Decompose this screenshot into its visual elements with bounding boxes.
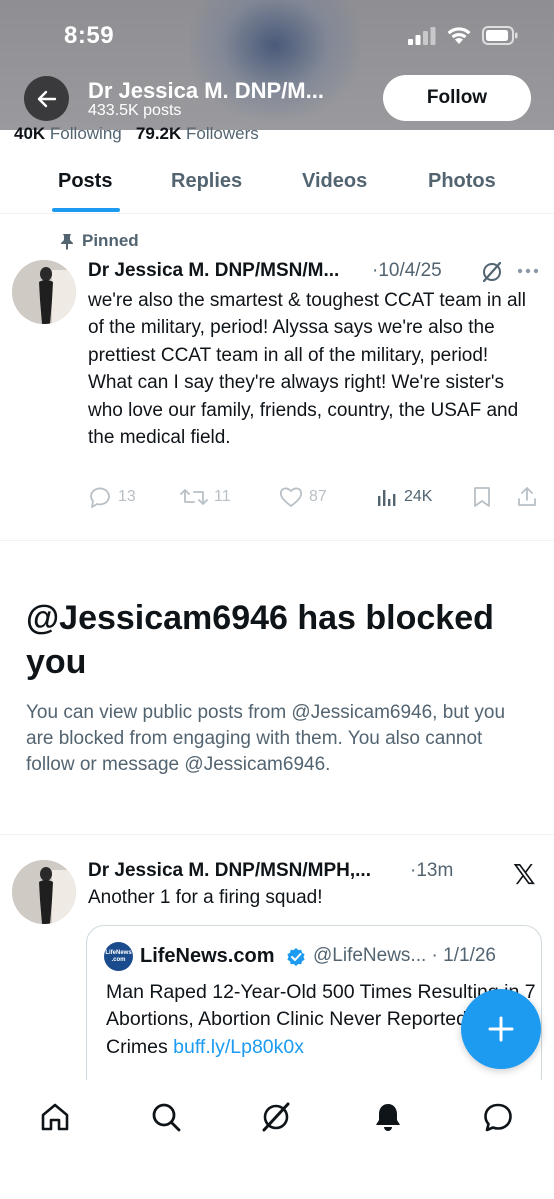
nav-search[interactable] bbox=[149, 1100, 183, 1134]
wifi-icon bbox=[447, 27, 471, 44]
bottom-navigation bbox=[0, 1080, 554, 1199]
following-label[interactable]: Following bbox=[50, 124, 122, 143]
avatar-image bbox=[12, 860, 76, 924]
quoted-handle-date: @LifeNews... · 1/1/26 bbox=[313, 945, 496, 966]
more-icon[interactable] bbox=[517, 268, 539, 274]
blocked-title: @Jessicam6946 has blocked you bbox=[26, 599, 494, 681]
following-count[interactable]: 40K bbox=[14, 124, 45, 143]
battery-icon bbox=[482, 26, 518, 45]
follow-button[interactable]: Follow bbox=[383, 75, 531, 121]
author-avatar[interactable] bbox=[12, 260, 76, 324]
header-posts-count: 433.5K posts bbox=[88, 102, 182, 119]
search-icon bbox=[152, 1103, 181, 1132]
nav-notifications[interactable] bbox=[371, 1100, 405, 1134]
tab-posts[interactable]: Posts bbox=[58, 170, 112, 193]
nav-messages[interactable] bbox=[481, 1100, 515, 1134]
share-action[interactable] bbox=[516, 486, 538, 508]
profile-tabs: Posts Replies Videos Photos bbox=[0, 148, 554, 214]
repost-icon bbox=[180, 489, 208, 505]
followers-label[interactable]: Followers bbox=[186, 124, 259, 143]
reply-count: 13 bbox=[118, 488, 136, 505]
post-author-name[interactable]: Dr Jessica M. DNP/MSN/M... bbox=[88, 260, 339, 282]
views-action[interactable]: 24K bbox=[376, 486, 432, 508]
status-icons bbox=[408, 26, 518, 45]
like-action[interactable]: 87 bbox=[279, 486, 327, 508]
compose-button[interactable] bbox=[461, 989, 541, 1069]
views-icon bbox=[378, 490, 396, 506]
tab-videos[interactable]: Videos bbox=[302, 170, 367, 193]
share-icon bbox=[518, 487, 536, 506]
header-display-name: Dr Jessica M. DNP/M... bbox=[88, 78, 324, 103]
plus-icon bbox=[488, 1016, 514, 1042]
post-text[interactable]: Another 1 for a firing squad! bbox=[88, 887, 322, 909]
reply-icon bbox=[90, 487, 110, 508]
repost-action[interactable]: 11 bbox=[180, 486, 231, 508]
post-date[interactable]: ·10/4/25 bbox=[372, 260, 442, 282]
notifications-icon bbox=[376, 1104, 400, 1131]
reply-action[interactable]: 13 bbox=[88, 486, 136, 508]
post-author-name[interactable]: Dr Jessica M. DNP/MSN/MPH,... bbox=[88, 860, 371, 882]
avatar-image bbox=[12, 260, 76, 324]
author-avatar[interactable] bbox=[12, 860, 76, 924]
active-tab-indicator bbox=[52, 208, 120, 212]
bookmark-action[interactable] bbox=[472, 486, 492, 508]
pinned-text: Pinned bbox=[82, 231, 139, 250]
like-count: 87 bbox=[309, 488, 327, 505]
tab-replies[interactable]: Replies bbox=[171, 170, 242, 193]
tab-photos[interactable]: Photos bbox=[428, 170, 496, 193]
quoted-author-name: LifeNews.com bbox=[140, 945, 275, 967]
verified-icon bbox=[287, 948, 305, 966]
back-button[interactable] bbox=[24, 76, 69, 121]
cellular-signal-icon bbox=[408, 26, 436, 45]
repost-count: 11 bbox=[214, 488, 231, 505]
divider bbox=[0, 540, 554, 541]
grok-icon bbox=[262, 1102, 290, 1132]
pin-icon bbox=[61, 233, 73, 250]
back-arrow-icon bbox=[37, 90, 56, 107]
bookmark-icon bbox=[474, 487, 490, 507]
status-time: 8:59 bbox=[64, 22, 115, 49]
post-time[interactable]: ·13m bbox=[410, 860, 453, 882]
divider bbox=[0, 834, 554, 835]
follow-stats: 40K Following 79.2K Followers bbox=[14, 124, 259, 144]
grok-icon[interactable] bbox=[480, 260, 504, 284]
home-icon bbox=[41, 1103, 69, 1131]
quoted-avatar: LifeNews .com bbox=[104, 942, 133, 971]
quoted-link[interactable]: buff.ly/Lp80k0x bbox=[173, 1036, 304, 1058]
nav-home[interactable] bbox=[38, 1100, 72, 1134]
blocked-description: You can view public posts from @Jessicam… bbox=[26, 702, 506, 775]
views-count: 24K bbox=[404, 488, 433, 505]
x-logo-icon: 𝕏 bbox=[513, 858, 536, 891]
post-text[interactable]: we're also the smartest & toughest CCAT … bbox=[88, 287, 533, 451]
profile-header: 8:59 Dr Jessica M. DNP/M... 433.5K posts… bbox=[0, 0, 554, 130]
pinned-label: Pinned bbox=[60, 231, 139, 251]
followers-count[interactable]: 79.2K bbox=[136, 124, 181, 143]
post-actions: 13 11 87 24K bbox=[88, 486, 542, 514]
nav-grok[interactable] bbox=[259, 1100, 293, 1134]
messages-icon bbox=[484, 1103, 512, 1132]
like-icon bbox=[279, 487, 303, 507]
